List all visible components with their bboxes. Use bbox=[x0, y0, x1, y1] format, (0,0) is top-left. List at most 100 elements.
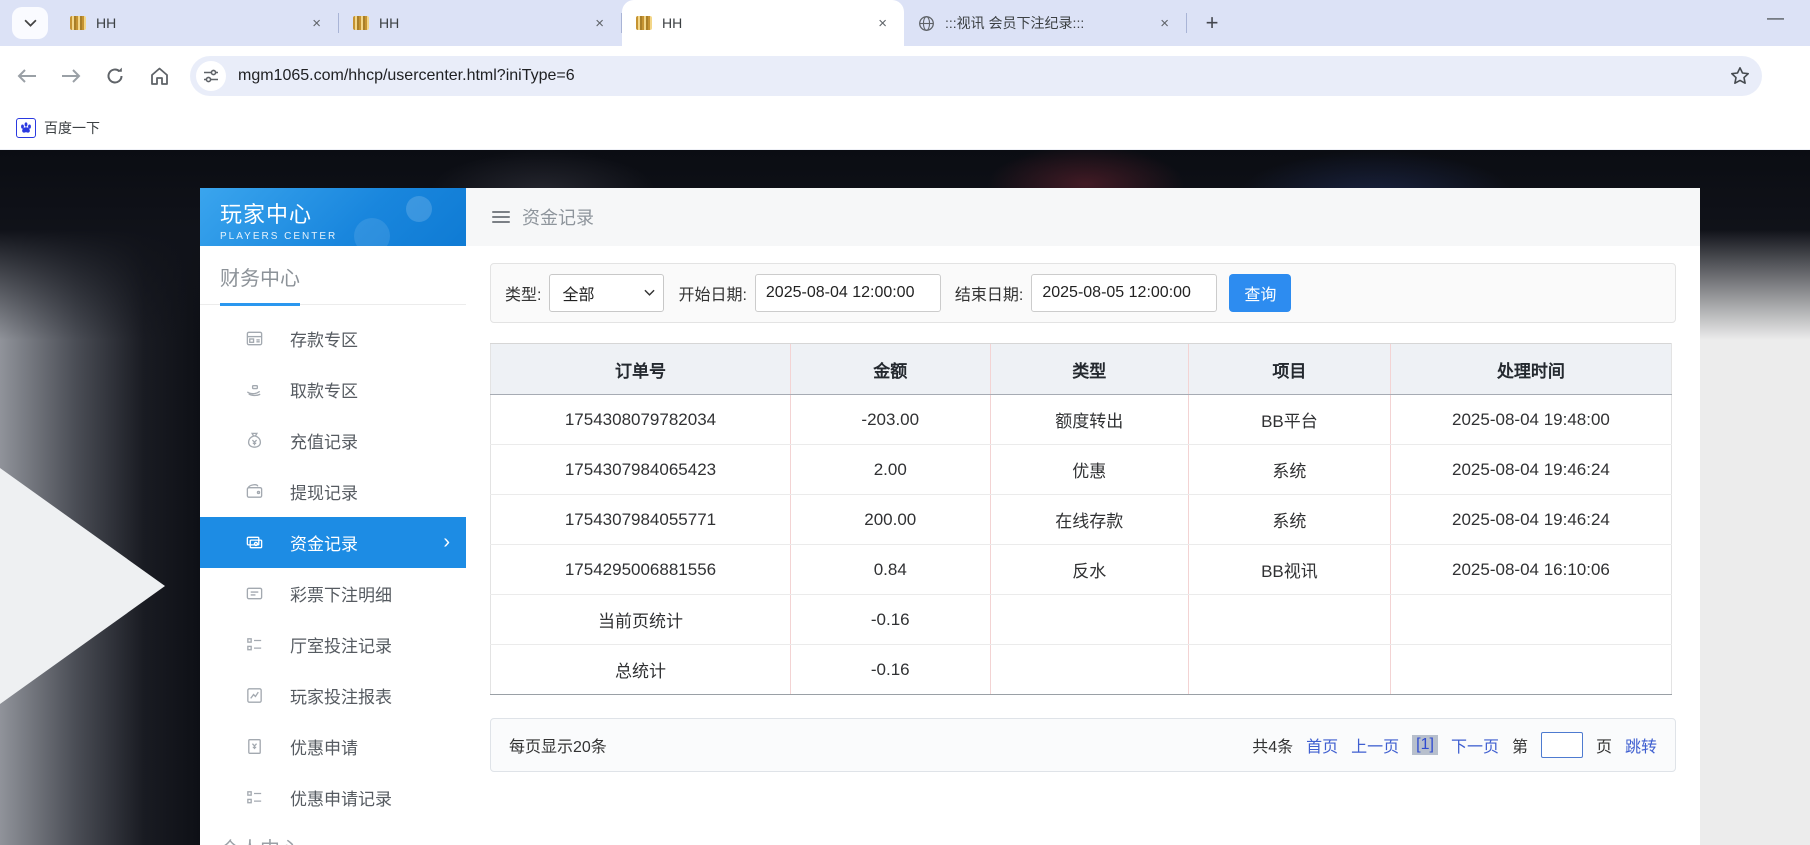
sidebar-item-withdraw[interactable]: 取款专区 bbox=[200, 364, 466, 415]
sidebar-item-withdrawal-record[interactable]: 提现记录 bbox=[200, 466, 466, 517]
baidu-paw-icon bbox=[16, 117, 36, 138]
end-date-input[interactable] bbox=[1031, 274, 1218, 312]
tab-search-button[interactable] bbox=[12, 7, 48, 39]
empty-cell bbox=[1187, 644, 1391, 695]
time-cell: 2025-08-04 19:46:24 bbox=[1389, 444, 1673, 495]
sidebar-subtitle: PLAYERS CENTER bbox=[220, 231, 338, 242]
summary-row-page: 当前页统计 -0.16 bbox=[490, 594, 1673, 645]
tab-close-icon[interactable]: × bbox=[307, 13, 326, 34]
detail-list-icon bbox=[244, 635, 264, 655]
order-id-cell: 1754307984065423 bbox=[490, 444, 791, 495]
sidebar-item-label: 优惠申请 bbox=[290, 739, 358, 758]
url-text[interactable]: mgm1065.com/hhcp/usercenter.html?iniType… bbox=[238, 67, 1730, 85]
sidebar-item-promo-apply-record[interactable]: 优惠申请记录 bbox=[200, 772, 466, 823]
tab-close-icon[interactable]: × bbox=[1155, 13, 1174, 34]
bookmarks-bar: 百度一下 bbox=[0, 106, 1810, 150]
section-personal-label: 个人中心 bbox=[220, 833, 300, 845]
tune-icon bbox=[204, 69, 218, 83]
sidebar-item-promo-apply[interactable]: 优惠申请 bbox=[200, 721, 466, 772]
search-button[interactable]: 查询 bbox=[1229, 274, 1292, 312]
forward-icon bbox=[62, 69, 81, 83]
amount-cell: 2.00 bbox=[789, 444, 991, 495]
page-jump-input[interactable] bbox=[1540, 732, 1583, 758]
pagination-controls: 共4条 首页 上一页 [1] 下一页 第 页 跳转 bbox=[1252, 732, 1657, 758]
jump-link[interactable]: 跳转 bbox=[1625, 733, 1657, 757]
content-header: 资金记录 bbox=[466, 188, 1700, 246]
player-center-sidebar: 玩家中心 PLAYERS CENTER 财务中心 存款专区 取款专区 充值记录 … bbox=[200, 188, 466, 845]
table-row: 1754308079782034 -203.00 额度转出 BB平台 2025-… bbox=[490, 394, 1673, 445]
address-bar[interactable]: mgm1065.com/hhcp/usercenter.html?iniType… bbox=[190, 56, 1762, 96]
tab-3-active[interactable]: HH × bbox=[622, 0, 904, 46]
order-id-cell: 1754295006881556 bbox=[490, 544, 791, 595]
sidebar-item-hall-bet-record[interactable]: 厅室投注记录 bbox=[200, 619, 466, 670]
new-tab-button[interactable]: + bbox=[1197, 8, 1227, 38]
project-cell: BB平台 bbox=[1187, 394, 1391, 445]
sidebar-item-funds-record[interactable]: 资金记录 › bbox=[200, 517, 466, 568]
chart-report-icon bbox=[244, 686, 264, 706]
tab-title: HH bbox=[379, 15, 400, 31]
hand-money-icon bbox=[244, 380, 264, 400]
tab-close-icon[interactable]: × bbox=[873, 13, 892, 34]
bookmark-baidu[interactable]: 百度一下 bbox=[16, 117, 100, 138]
sidebar-item-lottery-bets[interactable]: 彩票下注明细 bbox=[200, 568, 466, 619]
time-cell: 2025-08-04 19:46:24 bbox=[1389, 494, 1673, 545]
col-header-order-id: 订单号 bbox=[490, 343, 791, 395]
decor-bubble bbox=[406, 196, 432, 222]
reload-icon bbox=[107, 67, 123, 84]
bookmark-star-button[interactable] bbox=[1730, 66, 1750, 86]
col-header-project: 项目 bbox=[1187, 343, 1391, 395]
sidebar-item-recharge-record[interactable]: 充值记录 bbox=[200, 415, 466, 466]
amount-cell: 0.84 bbox=[789, 544, 991, 595]
amount-cell: 200.00 bbox=[789, 494, 991, 545]
web-page: 玩家中心 PLAYERS CENTER 财务中心 存款专区 取款专区 充值记录 … bbox=[0, 150, 1810, 845]
tab-title: :::视讯 会员下注纪录::: bbox=[945, 15, 1085, 31]
summary-label-cell: 当前页统计 bbox=[490, 594, 791, 645]
sidebar-item-label: 资金记录 bbox=[290, 535, 358, 554]
type-select[interactable]: 全部 bbox=[549, 274, 665, 312]
banknotes-icon bbox=[244, 533, 264, 553]
empty-cell bbox=[989, 594, 1189, 645]
sidebar-item-label: 取款专区 bbox=[290, 382, 358, 401]
start-date-input[interactable] bbox=[754, 274, 941, 312]
tab-title: HH bbox=[662, 15, 683, 31]
time-cell: 2025-08-04 16:10:06 bbox=[1389, 544, 1673, 595]
site-settings-button[interactable] bbox=[196, 61, 226, 91]
main-content: 资金记录 类型: 全部 开始日期: 结束日期: 查询 bbox=[466, 188, 1700, 845]
empty-cell bbox=[1389, 644, 1673, 695]
tab-close-icon[interactable]: × bbox=[590, 13, 609, 34]
project-cell: BB视讯 bbox=[1187, 544, 1391, 595]
next-page-link[interactable]: 下一页 bbox=[1451, 733, 1499, 757]
project-cell: 系统 bbox=[1187, 494, 1391, 545]
sidebar-item-deposit[interactable]: 存款专区 bbox=[200, 313, 466, 364]
table-row: 1754307984065423 2.00 优惠 系统 2025-08-04 1… bbox=[490, 444, 1673, 495]
sidebar-item-player-report[interactable]: 玩家投注报表 bbox=[200, 670, 466, 721]
reload-button[interactable] bbox=[98, 59, 132, 93]
prev-page-link[interactable]: 上一页 bbox=[1351, 733, 1399, 757]
money-bag-icon bbox=[244, 431, 264, 451]
window-minimize-button[interactable]: — bbox=[1767, 8, 1784, 28]
table-row: 1754295006881556 0.84 反水 BB视讯 2025-08-04… bbox=[490, 544, 1673, 595]
home-button[interactable] bbox=[142, 59, 176, 93]
forward-button[interactable] bbox=[54, 59, 88, 93]
amount-cell: -0.16 bbox=[789, 594, 991, 645]
tab-2[interactable]: HH × bbox=[339, 0, 621, 46]
sidebar-item-label: 彩票下注明细 bbox=[290, 586, 392, 605]
back-icon bbox=[17, 69, 36, 83]
browser-window: HH × HH × HH × :::视讯 会员下注纪录::: × + — mgm… bbox=[0, 0, 1810, 845]
back-button[interactable] bbox=[10, 59, 44, 93]
sidebar-item-label: 存款专区 bbox=[290, 331, 358, 350]
sidebar-item-label: 玩家投注报表 bbox=[290, 688, 392, 707]
first-page-link[interactable]: 首页 bbox=[1306, 733, 1338, 757]
pagination-bar: 每页显示20条 共4条 首页 上一页 [1] 下一页 第 页 跳转 bbox=[490, 718, 1676, 772]
type-cell: 优惠 bbox=[989, 444, 1189, 495]
amount-cell: -0.16 bbox=[789, 644, 991, 695]
col-header-amount: 金额 bbox=[789, 343, 991, 395]
tab-1[interactable]: HH × bbox=[56, 0, 338, 46]
start-date-label: 开始日期: bbox=[678, 287, 747, 304]
sidebar-item-label: 提现记录 bbox=[290, 484, 358, 503]
sidebar-menu: 存款专区 取款专区 充值记录 提现记录 资金记录 › 彩票下注明细 厅室投注记录… bbox=[200, 313, 466, 823]
list-card-icon bbox=[244, 584, 264, 604]
bookmark-label: 百度一下 bbox=[44, 119, 100, 136]
tab-4[interactable]: :::视讯 会员下注纪录::: × bbox=[904, 0, 1186, 46]
site-favicon bbox=[353, 16, 369, 30]
